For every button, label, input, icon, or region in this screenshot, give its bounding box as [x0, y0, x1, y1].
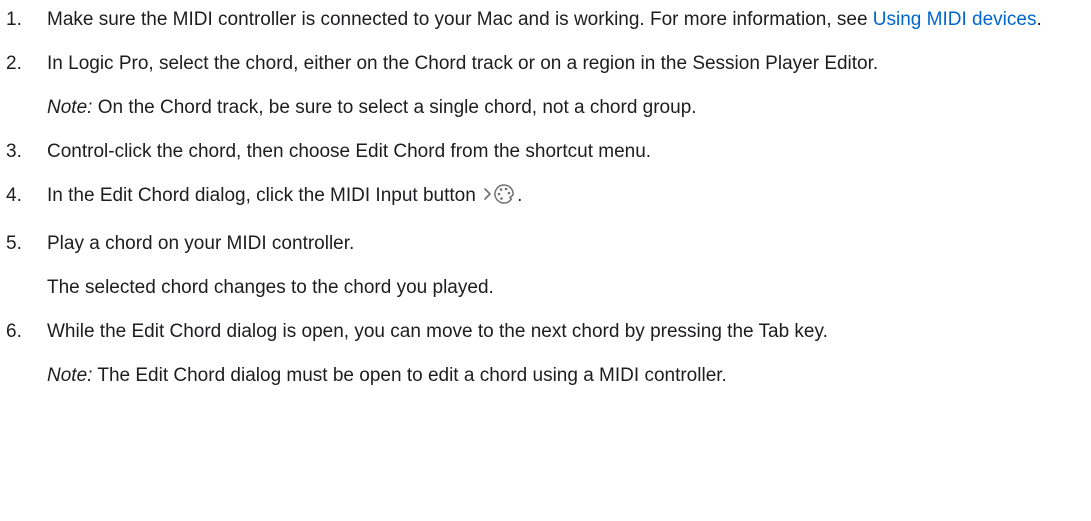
step-6: 6. While the Edit Chord dialog is open, … [6, 316, 1091, 392]
step-result: The selected chord changes to the chord … [47, 277, 494, 298]
step-3: 3. Control-click the chord, then choose … [6, 136, 1091, 168]
note-text: The Edit Chord dialog must be open to ed… [92, 365, 727, 386]
step-number: 6. [6, 321, 22, 342]
step-text: While the Edit Chord dialog is open, you… [47, 321, 828, 342]
note-label: Note: [47, 365, 93, 386]
step-text-before: In the Edit Chord dialog, click the MIDI… [47, 185, 482, 206]
step-number: 4. [6, 185, 22, 206]
midi-input-icon [483, 183, 517, 216]
step-note: Note: The Edit Chord dialog must be open… [47, 360, 1072, 392]
step-text: In the Edit Chord dialog, click the MIDI… [47, 180, 1072, 216]
step-text: Play a chord on your MIDI controller. [47, 233, 355, 254]
step-text: Control-click the chord, then choose Edi… [47, 141, 652, 162]
step-text-before: Make sure the MIDI controller is connect… [47, 9, 873, 30]
note-text: On the Chord track, be sure to select a … [92, 97, 697, 118]
step-text-after: . [517, 185, 523, 206]
note-label: Note: [47, 97, 93, 118]
step-1: 1. Make sure the MIDI controller is conn… [6, 4, 1091, 36]
step-text: In Logic Pro, select the chord, either o… [47, 53, 879, 74]
step-5: 5. Play a chord on your MIDI controller.… [6, 228, 1091, 304]
step-number: 3. [6, 141, 22, 162]
step-text: Make sure the MIDI controller is connect… [47, 4, 1072, 36]
using-midi-devices-link[interactable]: Using MIDI devices [873, 9, 1037, 30]
step-2: 2. In Logic Pro, select the chord, eithe… [6, 48, 1091, 124]
step-number: 2. [6, 53, 22, 74]
step-note: Note: On the Chord track, be sure to sel… [47, 92, 1072, 124]
steps-list: 1. Make sure the MIDI controller is conn… [0, 0, 1091, 392]
step-number: 1. [6, 9, 22, 30]
step-text-after: . [1036, 9, 1042, 30]
step-number: 5. [6, 233, 22, 254]
step-4: 4. In the Edit Chord dialog, click the M… [6, 180, 1091, 216]
